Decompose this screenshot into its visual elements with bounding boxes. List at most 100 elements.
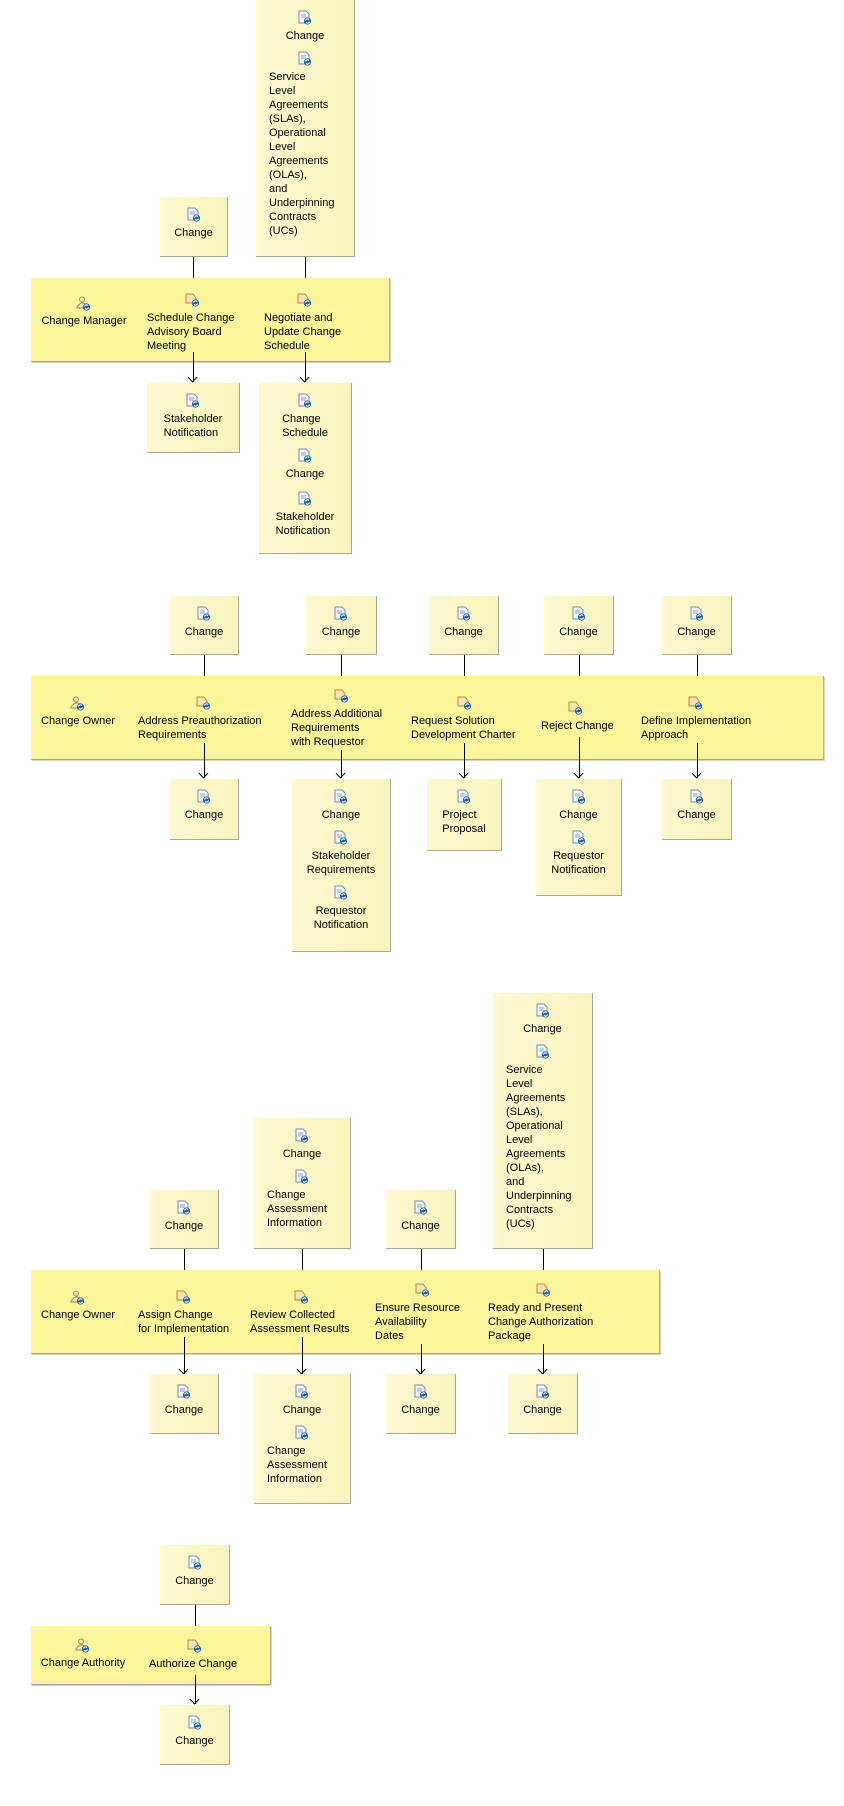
workproduct-icon <box>297 51 313 67</box>
workproduct-label: Requestor Notification <box>313 905 369 931</box>
input-workproduct-box[interactable]: Change <box>160 197 228 257</box>
workproduct-label: Change Assessment Information <box>267 1189 327 1229</box>
input-workproduct-box[interactable]: Change <box>386 1190 456 1249</box>
workproduct-label: Change <box>677 626 716 638</box>
input-workproduct-box[interactable]: Change <box>170 596 239 655</box>
workproduct-label: Change <box>401 1220 440 1232</box>
output-workproduct-box[interactable]: Change <box>508 1374 578 1434</box>
swimlane-change-authority: Change Authority Authorize Change <box>31 1626 271 1685</box>
output-arrow <box>195 1675 196 1704</box>
output-workproduct-box[interactable]: Change Requestor Notification <box>536 779 622 896</box>
input-workproduct-box[interactable]: Change Service Level Agreements (SLAs), … <box>493 993 593 1249</box>
task-icon <box>415 1282 431 1298</box>
role-label: Change Owner <box>41 715 115 727</box>
output-workproduct-box[interactable]: Change <box>386 1374 456 1434</box>
task-label: Address Additional Requirements with Req… <box>291 708 383 748</box>
task-icon <box>185 292 201 308</box>
workproduct-icon <box>333 606 349 622</box>
output-arrow <box>184 1337 185 1374</box>
workproduct-icon <box>185 393 201 409</box>
output-workproduct-box[interactable]: Change Stakeholder Requirements Requesto… <box>292 779 391 952</box>
output-workproduct-box[interactable]: Change Schedule Change Stakeholder Notif… <box>259 383 352 554</box>
task-request-solution-charter[interactable]: Request Solution Development Charter <box>411 695 521 742</box>
output-workproduct-box[interactable]: Change <box>662 779 732 840</box>
task-icon <box>568 700 584 716</box>
task-label: Authorize Change <box>149 1658 238 1670</box>
workproduct-label: Change <box>444 626 483 638</box>
input-workproduct-box[interactable]: Change <box>150 1190 219 1249</box>
input-workproduct-box[interactable]: Change Change Assessment Information <box>254 1118 351 1249</box>
task-negotiate-update-schedule[interactable]: Negotiate and Update Change Schedule <box>264 292 364 353</box>
role-change-authority[interactable]: Change Authority <box>33 1638 133 1669</box>
task-address-additional-requirements[interactable]: Address Additional Requirements with Req… <box>291 688 401 749</box>
task-reject-change[interactable]: Reject Change <box>541 700 621 733</box>
role-change-owner[interactable]: Change Owner <box>33 696 123 727</box>
output-workproduct-box[interactable]: Project Proposal <box>427 779 502 851</box>
output-arrow <box>341 750 342 778</box>
workproduct-icon <box>689 606 705 622</box>
workproduct-icon <box>571 830 587 846</box>
task-icon <box>334 688 350 704</box>
workproduct-icon <box>535 1003 551 1019</box>
output-workproduct-box[interactable]: Change <box>170 779 239 840</box>
workproduct-icon <box>297 491 313 507</box>
workproduct-label: Change <box>559 626 598 638</box>
input-workproduct-box[interactable]: Change Service Level Agreements (SLAs), … <box>256 0 355 257</box>
task-ensure-resource-availability[interactable]: Ensure Resource Availability Dates <box>375 1282 475 1343</box>
output-workproduct-box[interactable]: Change <box>160 1705 230 1765</box>
role-icon <box>75 1638 91 1654</box>
task-label: Ensure Resource Availability Dates <box>375 1302 460 1342</box>
task-authorize-change[interactable]: Authorize Change <box>149 1638 249 1671</box>
task-ready-present-authorization-package[interactable]: Ready and Present Change Authorization P… <box>488 1282 618 1343</box>
input-workproduct-box[interactable]: Change <box>306 596 377 655</box>
task-label: Assign Change for Implementation <box>138 1309 230 1335</box>
role-change-owner[interactable]: Change Owner <box>33 1290 123 1321</box>
output-workproduct-box[interactable]: Change Change Assessment Information <box>254 1374 351 1504</box>
workproduct-icon <box>413 1200 429 1216</box>
task-label: Request Solution Development Charter <box>411 715 516 741</box>
task-icon <box>187 1638 203 1654</box>
task-label: Schedule Change Advisory Board Meeting <box>147 312 235 352</box>
task-label: Negotiate and Update Change Schedule <box>264 312 342 352</box>
task-define-implementation-approach[interactable]: Define Implementation Approach <box>641 695 761 742</box>
workproduct-icon <box>294 1425 310 1441</box>
output-arrow <box>543 1344 544 1374</box>
workproduct-label: Change <box>175 1735 214 1747</box>
workproduct-icon <box>297 393 313 409</box>
task-label: Address Preauthorization Requirements <box>138 715 262 741</box>
output-arrow <box>302 1337 303 1374</box>
task-label: Reject Change <box>541 720 614 732</box>
workproduct-icon <box>333 830 349 846</box>
workproduct-label: Change <box>184 626 224 638</box>
workproduct-label: Change <box>559 809 598 821</box>
input-workproduct-box[interactable]: Change <box>544 596 614 655</box>
task-schedule-cab-meeting[interactable]: Schedule Change Advisory Board Meeting <box>147 292 247 353</box>
task-review-assessment-results[interactable]: Review Collected Assessment Results <box>250 1289 360 1336</box>
role-change-manager[interactable]: Change Manager <box>39 296 129 327</box>
task-icon <box>294 1289 310 1305</box>
input-workproduct-box[interactable]: Change <box>662 596 732 655</box>
output-arrow <box>464 743 465 778</box>
input-workproduct-box[interactable]: Change <box>429 596 499 655</box>
workproduct-icon <box>297 10 313 26</box>
output-arrow <box>305 352 306 382</box>
input-workproduct-box[interactable]: Change <box>160 1545 230 1605</box>
role-icon <box>70 696 86 712</box>
workproduct-label: Change <box>321 626 361 638</box>
task-icon <box>196 695 212 711</box>
role-label: Change Owner <box>41 1309 115 1321</box>
workproduct-label: Change <box>677 809 716 821</box>
task-assign-change-implementation[interactable]: Assign Change for Implementation <box>138 1289 238 1336</box>
role-icon <box>76 296 92 312</box>
task-label: Define Implementation Approach <box>641 715 752 741</box>
workproduct-label: Change <box>184 809 224 821</box>
task-icon <box>688 695 704 711</box>
output-arrow <box>421 1344 422 1374</box>
workproduct-icon <box>333 885 349 901</box>
workproduct-label: Service Level Agreements (SLAs), Operati… <box>506 1064 572 1230</box>
swimlane-change-owner: Change Owner Address Preauthorization Re… <box>31 676 824 760</box>
task-icon <box>457 695 473 711</box>
output-workproduct-box[interactable]: Change <box>150 1374 219 1434</box>
task-address-preauthorization[interactable]: Address Preauthorization Requirements <box>138 695 268 742</box>
output-workproduct-box[interactable]: Stakeholder Notification <box>147 383 240 453</box>
